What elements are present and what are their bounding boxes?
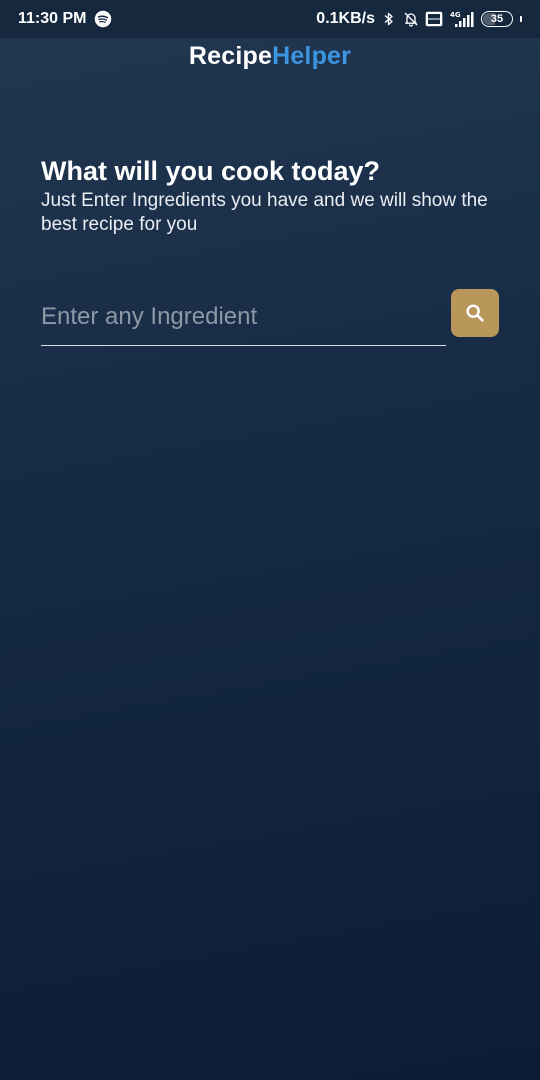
battery-level: 35 [490,12,504,25]
search-row [41,289,499,347]
signal-icon: 4G [450,11,474,27]
search-button[interactable] [451,289,499,337]
battery-icon: 35 [481,11,513,27]
network-type: 4G [450,11,461,19]
search-icon [466,304,484,322]
status-bar: 11:30 PM 0.1KB/s 4G 35 [0,0,540,38]
status-left: 11:30 PM [18,10,112,28]
bell-off-icon [404,12,418,27]
ingredient-input[interactable] [41,289,446,346]
app-title-primary: Recipe [188,42,273,70]
volte-icon [425,11,443,27]
battery-tip [520,16,522,22]
app-title-accent: Helper [272,42,352,70]
network-speed: 0.1KB/s [316,10,375,27]
page-subtitle: Just Enter Ingredients you have and we w… [41,190,488,235]
spotify-icon [95,10,112,28]
bluetooth-icon [384,12,393,26]
app-title: RecipeHelper [0,42,540,71]
status-right: 0.1KB/s 4G 35 [316,10,522,28]
status-time: 11:30 PM [18,10,87,27]
page-heading: What will you cook today? [41,156,381,186]
